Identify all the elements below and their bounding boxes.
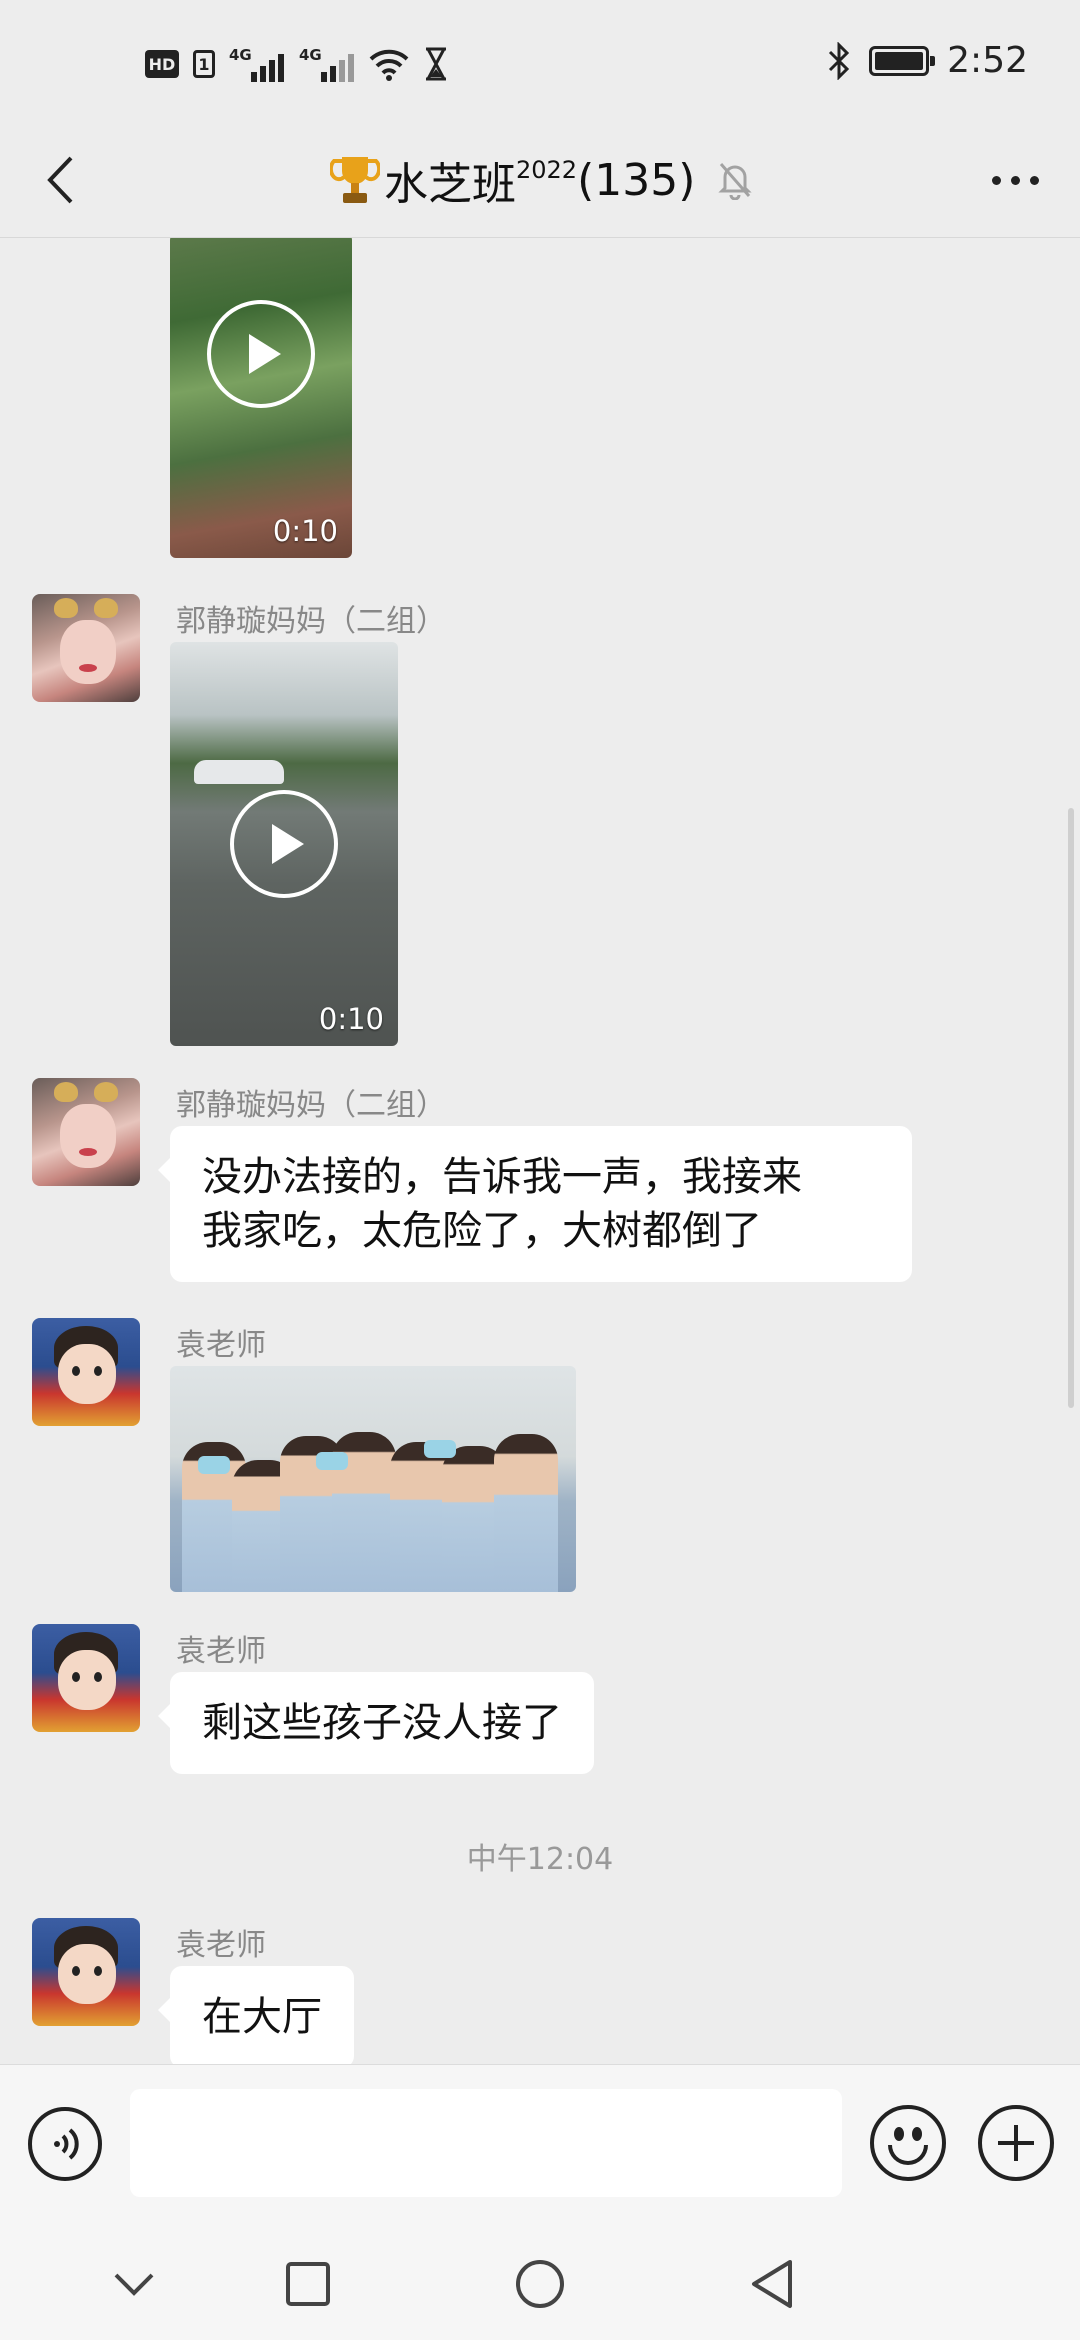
member-count: (135) [577, 154, 696, 206]
message-bubble[interactable]: 剩这些孩子没人接了 [158, 1672, 594, 1774]
hide-nav-button[interactable] [98, 2248, 170, 2320]
chat-title: 水芝班 2022 (135) [330, 150, 753, 210]
scrollbar[interactable] [1068, 808, 1074, 1408]
more-features-button[interactable] [978, 2105, 1054, 2181]
recents-button[interactable] [272, 2248, 344, 2320]
square-icon [286, 2262, 330, 2306]
avatar[interactable] [32, 594, 140, 702]
emoji-eye [912, 2127, 922, 2141]
time-divider: 中午12:04 [466, 1842, 614, 1877]
emoji-button[interactable] [870, 2105, 946, 2181]
video-duration: 0:10 [272, 514, 338, 548]
network-type-label: 4G [299, 46, 322, 64]
hourglass-icon [426, 47, 446, 81]
message-input[interactable] [130, 2089, 842, 2197]
bluetooth-icon [829, 41, 850, 80]
avatar[interactable] [32, 1918, 140, 2026]
muted-bell-icon [717, 160, 753, 200]
video-message[interactable]: 0:10 [170, 238, 352, 558]
message-input-bar [0, 2064, 1080, 2224]
play-icon [230, 790, 338, 898]
avatar[interactable] [32, 1318, 140, 1426]
sender-name: 郭静璇妈妈（二组） [176, 1088, 446, 1123]
hd-badge: HD [145, 50, 179, 78]
smile-icon [888, 2145, 928, 2165]
network-type-label: 4G [229, 46, 252, 64]
chat-title-text: 水芝班 [384, 159, 516, 210]
back-nav-button[interactable] [736, 2248, 808, 2320]
more-dot [1010, 175, 1020, 185]
sender-name: 袁老师 [176, 1928, 266, 1963]
message-bubble[interactable]: 在大厅 [158, 1966, 354, 2064]
trophy-icon [330, 157, 380, 203]
status-bar: HD 1 4G 4G 2:52 [0, 0, 1080, 130]
message-bubble[interactable]: 没办法接的，告诉我一声，我接来 我家吃，太危险了，大树都倒了 [158, 1126, 912, 1282]
chevron-down-icon [114, 2273, 154, 2296]
wifi-icon [369, 49, 409, 81]
signal-icon: 4G [299, 44, 355, 84]
triangle-back-icon [752, 2260, 792, 2308]
image-message[interactable] [170, 1366, 576, 1592]
play-icon [207, 300, 315, 408]
home-button[interactable] [504, 2248, 576, 2320]
status-time: 2:52 [947, 40, 1028, 81]
emoji-eye [894, 2127, 904, 2141]
video-duration: 0:10 [318, 1002, 384, 1036]
avatar[interactable] [32, 1078, 140, 1186]
message-text-line: 我家吃，太危险了，大树都倒了 [202, 1208, 762, 1254]
sender-name: 郭静璇妈妈（二组） [176, 604, 446, 639]
more-options-button[interactable] [980, 150, 1050, 210]
sender-name: 袁老师 [176, 1328, 266, 1363]
signal-icon: 4G [229, 44, 285, 84]
chat-message-list[interactable]: 0:10 郭静璇妈妈（二组） 0:10 郭静璇妈妈（二组） 没办法接的，告诉我一… [0, 238, 1080, 2064]
avatar[interactable] [32, 1624, 140, 1732]
car-shape [194, 760, 284, 784]
system-navigation-bar [0, 2224, 1080, 2340]
video-message[interactable]: 0:10 [170, 642, 398, 1046]
voice-icon [51, 2128, 79, 2160]
back-button[interactable] [30, 150, 90, 210]
status-right-icons: 2:52 [827, 40, 1028, 81]
status-left-icons: HD 1 4G 4G [145, 44, 449, 84]
message-text-line: 剩这些孩子没人接了 [202, 1700, 562, 1746]
battery-icon [869, 45, 936, 76]
more-dot [1029, 175, 1039, 185]
more-dot [991, 175, 1001, 185]
voice-input-button[interactable] [28, 2107, 102, 2181]
chat-title-superscript: 2022 [516, 156, 578, 184]
chat-header: 水芝班 2022 (135) [0, 130, 1080, 238]
sim-badge: 1 [193, 50, 215, 78]
chevron-left-icon [47, 156, 73, 204]
circle-icon [516, 2260, 564, 2308]
sender-name: 袁老师 [176, 1634, 266, 1669]
message-text-line: 在大厅 [202, 1994, 322, 2040]
message-text-line: 没办法接的，告诉我一声，我接来 [202, 1154, 802, 1200]
